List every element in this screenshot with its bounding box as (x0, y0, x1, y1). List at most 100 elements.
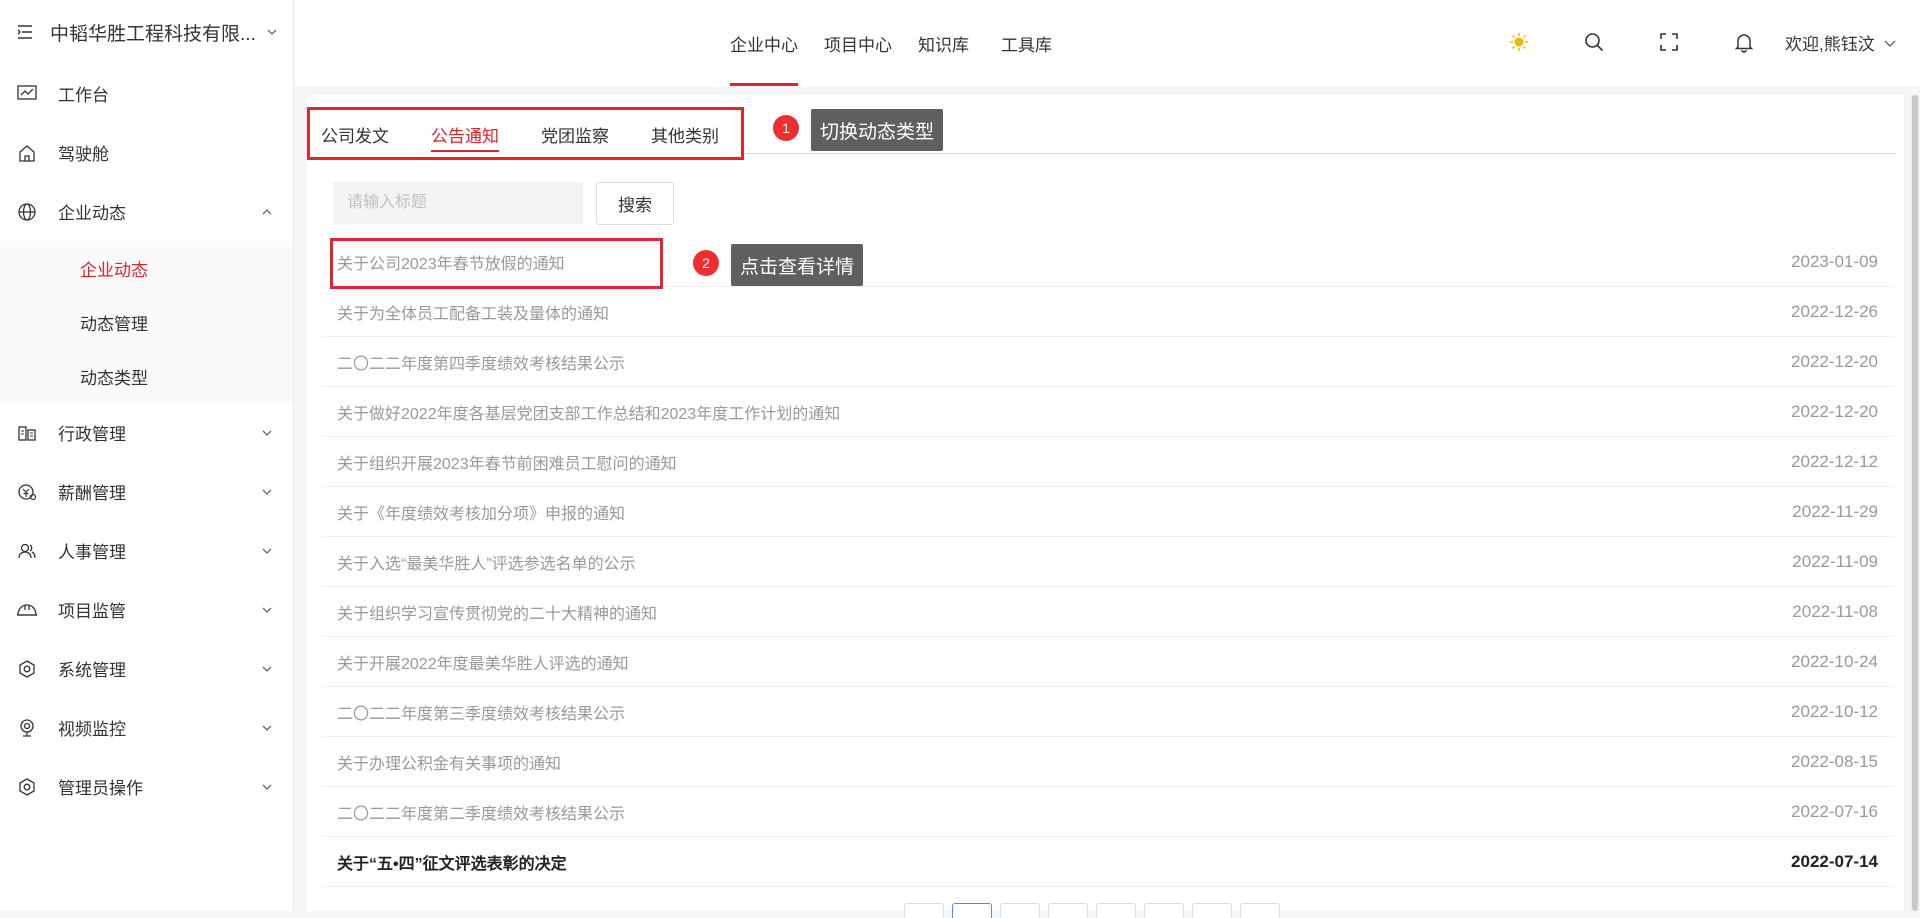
tab-announcements[interactable]: 公告通知 (431, 122, 499, 152)
notice-row[interactable]: 关于组织学习宣传贯彻党的二十大精神的通知 2022-11-08 (322, 588, 1894, 637)
notice-title[interactable]: 关于组织开展2023年春节前困难员工慰问的通知 (337, 450, 677, 474)
chevron-down-icon (262, 725, 272, 731)
sidebar-item-label: 工作台 (58, 86, 109, 105)
notice-title[interactable]: 关于“五•四”征文评选表彰的决定 (337, 850, 567, 874)
notice-title[interactable]: 关于做好2022年度各基层党团支部工作总结和2023年度工作计划的通知 (337, 400, 840, 424)
sidebar-item-label: 薪酬管理 (58, 484, 126, 503)
monitor-chart-icon (16, 83, 38, 105)
sidebar-item-hr-management[interactable]: 人事管理 (0, 521, 293, 580)
sidebar-item-label: 系统管理 (58, 661, 126, 680)
notice-row[interactable]: 关于组织开展2023年春节前困难员工慰问的通知 2022-12-12 (322, 438, 1894, 487)
notice-title[interactable]: 关于《年度绩效考核加分项》申报的通知 (337, 500, 625, 524)
bell-icon[interactable] (1733, 31, 1755, 53)
notice-row[interactable]: 关于为全体员工配备工装及量体的通知 2022-12-26 (322, 288, 1894, 337)
notice-list: 关于公司2023年春节放假的通知 2023-01-09 关于为全体员工配备工装及量体… (322, 238, 1894, 888)
sidebar-item-admin-operations[interactable]: 管理员操作 (0, 757, 293, 816)
chevron-down-icon (262, 430, 272, 436)
notice-date: 2023-01-09 (1791, 252, 1878, 271)
sidebar-item-video-surveillance[interactable]: 视频监控 (0, 698, 293, 757)
gear-icon (16, 658, 38, 680)
submenu-item-news-type[interactable]: 动态类型 (0, 349, 293, 403)
topnav-toolbox[interactable]: 工具库 (1001, 0, 1052, 86)
tab-party-supervision[interactable]: 党团监察 (541, 122, 609, 150)
sidebar-item-label: 企业动态 (58, 204, 126, 223)
notice-date: 2022-11-08 (1792, 602, 1878, 621)
sidebar-item-label: 行政管理 (58, 425, 126, 444)
company-name: 中韬华胜工程科技有限... (50, 23, 256, 45)
gear-icon (16, 776, 38, 798)
theme-sun-icon[interactable] (1508, 31, 1530, 53)
notice-row[interactable]: 关于做好2022年度各基层党团支部工作总结和2023年度工作计划的通知 2022-… (322, 388, 1894, 437)
annotation-tooltip-view-details: 点击查看详情 (731, 244, 864, 286)
camera-icon (16, 717, 38, 739)
notice-row[interactable]: 二〇二二年度第三季度绩效考核结果公示 2022-10-12 (322, 688, 1894, 737)
notice-title[interactable]: 关于办理公积金有关事项的通知 (337, 750, 561, 774)
submenu-item-news-management[interactable]: 动态管理 (0, 295, 293, 349)
welcome-text: 欢迎,熊钰汶 (1785, 35, 1875, 54)
annotation-badge-2: 2 (693, 250, 719, 276)
tabs-underline (744, 153, 1896, 154)
chevron-down-icon (262, 607, 272, 613)
notice-row[interactable]: 关于入选“最美华胜人”评选参选名单的公示 2022-11-09 (322, 538, 1894, 587)
chevron-down-icon (262, 548, 272, 554)
globe-icon (16, 201, 38, 223)
notice-date: 2022-08-15 (1791, 752, 1878, 771)
notice-title[interactable]: 关于为全体员工配备工装及量体的通知 (337, 300, 609, 324)
helmet-icon (16, 599, 38, 621)
notice-date: 2022-12-20 (1791, 402, 1878, 421)
chevron-down-icon (262, 666, 272, 672)
sidebar-item-cockpit[interactable]: 驾驶舱 (0, 123, 293, 182)
annotation-highlight-first-row (330, 238, 663, 289)
building-icon (16, 422, 38, 444)
search-button[interactable]: 搜索 (596, 182, 674, 225)
notice-date: 2022-12-20 (1791, 352, 1878, 371)
user-menu[interactable]: 欢迎,熊钰汶 (1785, 30, 1897, 55)
chevron-up-icon (262, 208, 272, 214)
sidebar-item-label: 人事管理 (58, 543, 126, 562)
submenu-item-enterprise-news[interactable]: 企业动态 (0, 241, 293, 295)
notice-title[interactable]: 二〇二二年度第三季度绩效考核结果公示 (337, 700, 625, 724)
sidebar-item-system-management[interactable]: 系统管理 (0, 639, 293, 698)
home-icon (16, 142, 38, 164)
topnav-knowledge-base[interactable]: 知识库 (918, 0, 969, 86)
notice-row[interactable]: 关于《年度绩效考核加分项》申报的通知 2022-11-29 (322, 488, 1894, 537)
topnav-project-center[interactable]: 项目中心 (824, 0, 892, 86)
page-scrollbar[interactable] (1910, 95, 1920, 911)
notice-date: 2022-10-12 (1791, 702, 1878, 721)
fullscreen-icon[interactable] (1658, 31, 1680, 53)
notice-title[interactable]: 关于开展2022年度最美华胜人评选的通知 (337, 650, 629, 674)
sidebar-item-salary-management[interactable]: 薪酬管理 (0, 462, 293, 521)
sidebar-item-label: 驾驶舱 (58, 145, 109, 164)
topnav-enterprise-center[interactable]: 企业中心 (730, 0, 798, 86)
sidebar-item-admin-management[interactable]: 行政管理 (0, 403, 293, 462)
notice-row[interactable]: 关于办理公积金有关事项的通知 2022-08-15 (322, 738, 1894, 787)
notice-title[interactable]: 二〇二二年度第四季度绩效考核结果公示 (337, 350, 625, 374)
submenu-enterprise-news: 企业动态 动态管理 动态类型 (0, 241, 293, 403)
top-nav: 企业中心 项目中心 知识库 工具库 (730, 0, 1052, 86)
notice-date: 2022-11-29 (1792, 502, 1878, 521)
company-switcher[interactable]: 中韬华胜工程科技有限... (0, 0, 293, 64)
notice-date: 2022-11-09 (1792, 552, 1878, 571)
sidebar-item-workbench[interactable]: 工作台 (0, 64, 293, 123)
notice-title[interactable]: 二〇二二年度第二季度绩效考核结果公示 (337, 800, 625, 824)
notice-row[interactable]: 二〇二二年度第四季度绩效考核结果公示 2022-12-20 (322, 338, 1894, 387)
chevron-down-icon (1884, 40, 1896, 47)
notice-row[interactable]: 关于“五•四”征文评选表彰的决定 2022-07-14 (322, 838, 1894, 887)
notice-date: 2022-07-16 (1791, 802, 1878, 821)
search-icon[interactable] (1583, 31, 1605, 53)
tab-company-documents[interactable]: 公司发文 (321, 122, 389, 150)
scrollbar-thumb[interactable] (1912, 95, 1918, 911)
sidebar-item-project-supervision[interactable]: 项目监管 (0, 580, 293, 639)
sidebar-item-enterprise-news[interactable]: 企业动态 (0, 182, 293, 241)
menu-fold-icon[interactable] (16, 22, 36, 42)
notice-title[interactable]: 关于组织学习宣传贯彻党的二十大精神的通知 (337, 600, 657, 624)
people-icon (16, 540, 38, 562)
notice-date: 2022-12-26 (1791, 302, 1878, 321)
title-search-input[interactable] (333, 182, 583, 224)
chevron-down-icon (262, 489, 272, 495)
tab-other-categories[interactable]: 其他类别 (651, 122, 719, 150)
notice-row[interactable]: 二〇二二年度第二季度绩效考核结果公示 2022-07-16 (322, 788, 1894, 837)
notice-title[interactable]: 关于入选“最美华胜人”评选参选名单的公示 (337, 550, 636, 574)
sidebar-item-label: 视频监控 (58, 720, 126, 739)
notice-row[interactable]: 关于开展2022年度最美华胜人评选的通知 2022-10-24 (322, 638, 1894, 687)
